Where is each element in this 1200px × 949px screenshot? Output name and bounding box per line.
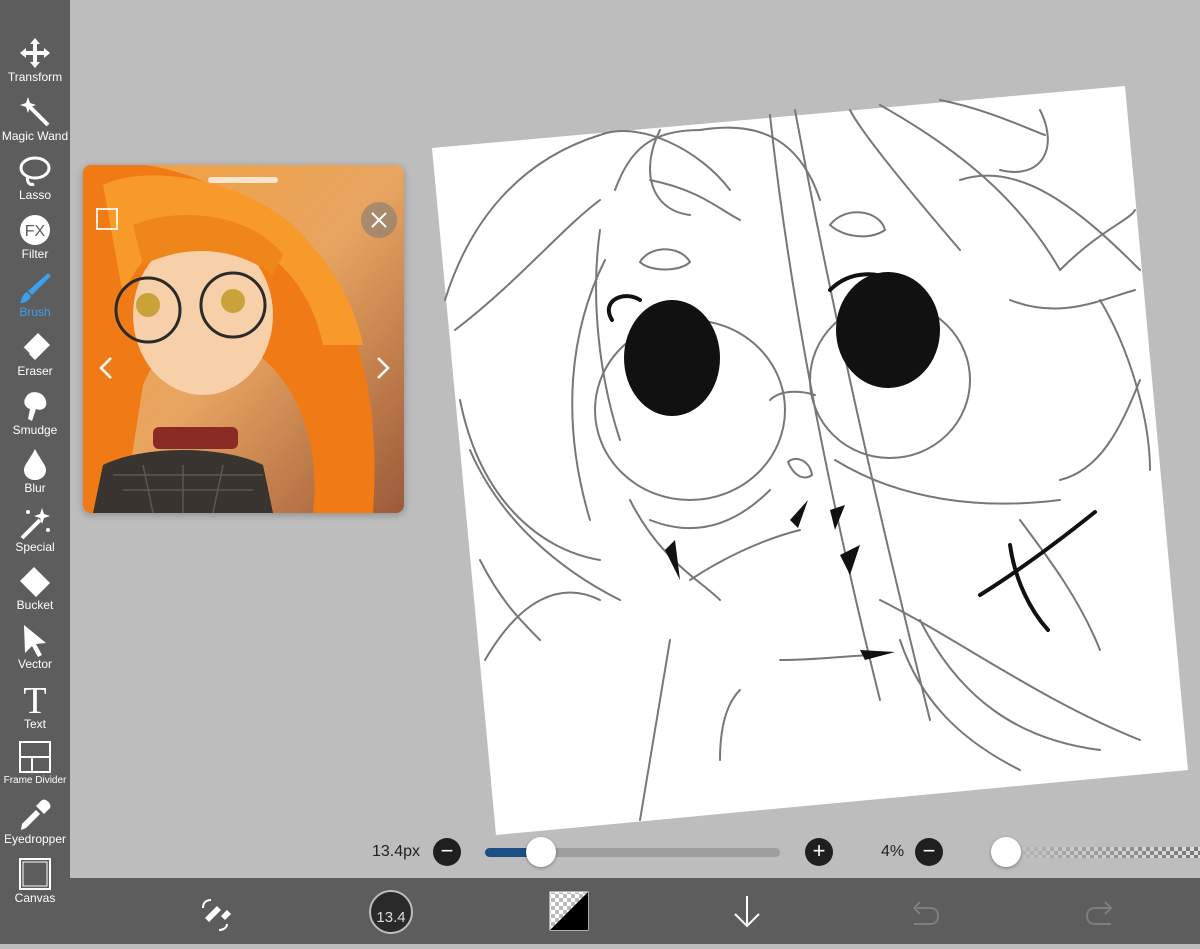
brush-size-value: 13.4px xyxy=(372,843,421,860)
tool-label: Brush xyxy=(19,305,51,319)
opacity-slider[interactable] xyxy=(998,847,1200,858)
tool-text[interactable]: T Text xyxy=(0,681,70,739)
magic-wand-icon xyxy=(20,97,50,127)
eyedropper-icon xyxy=(21,799,51,830)
tool-canvas[interactable]: Canvas xyxy=(0,857,70,915)
filter-fx-glyph: FX xyxy=(25,223,46,240)
tool-eraser[interactable]: Eraser xyxy=(0,330,70,388)
tool-label: Transform xyxy=(7,70,63,84)
eraser-icon xyxy=(22,333,50,360)
redo-icon xyxy=(1085,901,1113,925)
tool-sidebar: Transform Magic Wand Lasso FX Filter Bru… xyxy=(0,0,70,944)
tool-label: Magic Wand xyxy=(1,129,69,143)
tool-label: Frame Divider xyxy=(3,775,67,786)
color-button[interactable] xyxy=(539,878,599,944)
color-swatch-icon xyxy=(549,891,589,931)
tool-label: Bucket xyxy=(16,598,54,612)
size-increase-button[interactable]: + xyxy=(805,838,833,866)
close-icon xyxy=(371,212,387,228)
arrow-down-icon xyxy=(734,896,760,928)
opacity-knob[interactable] xyxy=(991,837,1022,867)
brush-size-button[interactable]: 13.4 xyxy=(362,878,422,944)
canvas-icon xyxy=(19,858,51,890)
lasso-icon xyxy=(19,156,51,186)
tool-smudge[interactable]: Smudge xyxy=(0,389,70,447)
brush-icon xyxy=(20,273,51,303)
tool-label: Eyedropper xyxy=(3,832,67,846)
tool-bucket[interactable]: Bucket xyxy=(0,564,70,622)
tool-label: Lasso xyxy=(18,188,52,202)
tool-magic-wand[interactable]: Magic Wand xyxy=(0,95,70,153)
bottom-toolbar: 13.4 xyxy=(70,878,1200,944)
blur-icon xyxy=(24,449,46,480)
brush-controls: 13.4px − + 4% − xyxy=(70,828,1200,876)
redo-button[interactable] xyxy=(1071,878,1131,944)
brush-size-knob[interactable] xyxy=(526,837,557,867)
tool-frame-divider[interactable]: Frame Divider xyxy=(0,740,70,798)
tool-brush[interactable]: Brush xyxy=(0,271,70,329)
tool-transform[interactable]: Transform xyxy=(0,36,70,94)
reference-window[interactable] xyxy=(83,165,404,513)
opacity-value: 4% xyxy=(881,843,905,860)
tool-eyedropper[interactable]: Eyedropper xyxy=(0,798,70,856)
tool-blur[interactable]: Blur xyxy=(0,447,70,505)
tool-label: Filter xyxy=(21,247,49,261)
opacity-decrease-button[interactable]: − xyxy=(915,838,943,866)
tool-label: Eraser xyxy=(17,364,53,378)
transform-icon xyxy=(20,38,50,68)
text-icon: T xyxy=(23,681,46,717)
brush-eraser-swap-icon xyxy=(202,899,231,931)
undo-button[interactable] xyxy=(894,878,954,944)
tool-label: Canvas xyxy=(14,891,56,905)
plus-icon: + xyxy=(812,838,826,863)
vector-icon xyxy=(24,625,46,657)
tool-vector[interactable]: Vector xyxy=(0,623,70,681)
minus-icon: − xyxy=(922,838,936,863)
minus-icon: − xyxy=(440,838,454,863)
reference-close-button[interactable] xyxy=(361,202,397,238)
tool-lasso[interactable]: Lasso xyxy=(0,154,70,212)
frame-divider-icon xyxy=(19,741,51,773)
tool-special[interactable]: Special xyxy=(0,506,70,564)
brush-size-badge-text: 13.4 xyxy=(376,909,406,926)
reference-image xyxy=(83,165,404,513)
layer-down-button[interactable] xyxy=(717,878,777,944)
special-icon xyxy=(20,508,50,540)
bucket-icon xyxy=(20,567,50,597)
tool-label: Blur xyxy=(24,481,46,495)
tool-label: Vector xyxy=(17,657,53,671)
swap-tool-button[interactable] xyxy=(185,878,245,944)
undo-icon xyxy=(912,901,940,925)
brush-size-badge: 13.4 xyxy=(369,890,413,934)
tool-label: Special xyxy=(15,540,55,554)
tool-label: Text xyxy=(23,717,46,731)
smudge-icon xyxy=(24,392,47,421)
tool-filter[interactable]: FX Filter xyxy=(0,213,70,271)
tool-label: Smudge xyxy=(12,423,58,437)
filter-fx-icon: FX xyxy=(20,215,50,245)
text-tool-glyph: T xyxy=(23,681,46,717)
size-decrease-button[interactable]: − xyxy=(433,838,461,866)
